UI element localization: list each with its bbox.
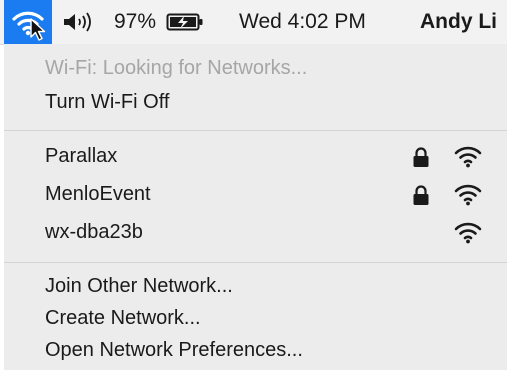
open-network-preferences-item[interactable]: Open Network Preferences... xyxy=(4,332,507,368)
network-name: Parallax xyxy=(45,144,118,167)
wifi-dropdown-menu: Wi-Fi: Looking for Networks... Turn Wi-F… xyxy=(4,44,507,370)
join-other-network-item[interactable]: Join Other Network... xyxy=(4,268,507,304)
create-network-item[interactable]: Create Network... xyxy=(4,300,507,336)
menu-separator xyxy=(4,130,507,131)
battery-charging-icon xyxy=(166,13,203,31)
clock[interactable]: Wed 4:02 PM xyxy=(239,0,366,44)
user-menu[interactable]: Andy Li xyxy=(420,0,497,44)
menu-separator xyxy=(4,262,507,263)
network-name: MenloEvent xyxy=(45,182,151,205)
volume-menu-item[interactable] xyxy=(62,0,94,44)
wifi-signal-icon xyxy=(454,146,482,168)
network-item-menloevent[interactable]: MenloEvent xyxy=(4,176,507,212)
menu-bar: 97% Wed 4:02 PM Andy Li xyxy=(0,0,507,45)
battery-menu-item[interactable] xyxy=(166,0,204,44)
speaker-volume-icon xyxy=(64,12,91,32)
network-item-parallax[interactable]: Parallax xyxy=(4,138,507,174)
mouse-cursor-icon xyxy=(30,18,46,41)
turn-wifi-off-item[interactable]: Turn Wi-Fi Off xyxy=(4,84,507,120)
lock-icon xyxy=(413,185,429,205)
battery-percent: 97% xyxy=(114,10,157,33)
wifi-signal-icon xyxy=(454,222,482,244)
wifi-status: Wi-Fi: Looking for Networks... xyxy=(45,56,308,79)
network-name: wx-dba23b xyxy=(45,220,143,243)
wifi-signal-icon xyxy=(454,184,482,206)
lock-icon xyxy=(413,147,429,167)
network-item-wx-dba23b[interactable]: wx-dba23b xyxy=(4,214,507,250)
